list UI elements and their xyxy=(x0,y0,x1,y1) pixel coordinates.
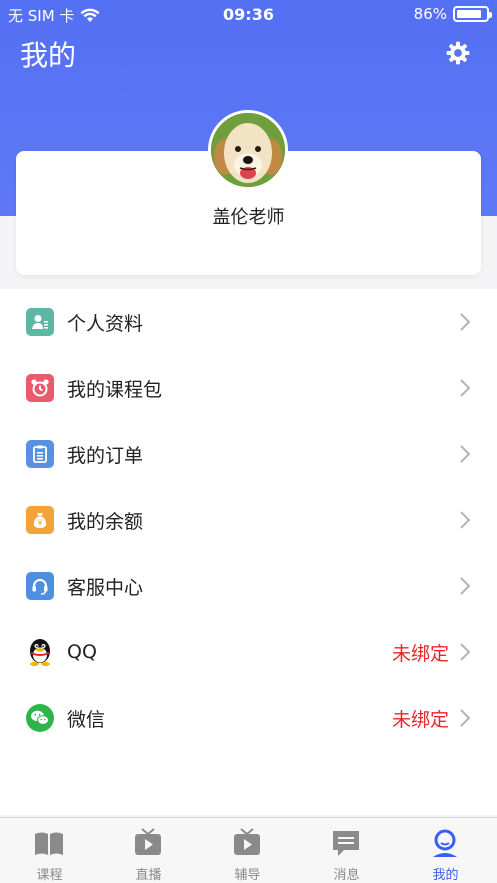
gear-icon[interactable] xyxy=(445,40,471,66)
menu-label: 我的订单 xyxy=(67,444,144,467)
chevron-right-icon xyxy=(460,511,471,529)
message-icon xyxy=(333,831,359,856)
avatar[interactable] xyxy=(208,110,288,190)
chevron-right-icon xyxy=(460,709,471,727)
battery-level xyxy=(457,10,481,18)
svg-text:¥: ¥ xyxy=(37,519,42,528)
dog-avatar-image xyxy=(211,113,285,187)
id-card-icon xyxy=(26,308,54,336)
profile-icon xyxy=(433,829,457,857)
menu-item-balance[interactable]: ¥ 我的余额 xyxy=(0,487,497,553)
status-bar: 无 SIM 卡 09:36 86% xyxy=(0,0,497,30)
chevron-right-icon xyxy=(460,313,471,331)
headset-icon xyxy=(26,572,54,600)
menu-item-profile[interactable]: 个人资料 xyxy=(0,289,497,355)
tab-courses[interactable]: 课程 xyxy=(0,818,99,883)
chevron-right-icon xyxy=(460,445,471,463)
wechat-icon xyxy=(26,704,54,732)
tab-label: 课程 xyxy=(36,868,63,883)
menu-label: 我的课程包 xyxy=(67,378,163,401)
chevron-right-icon xyxy=(460,577,471,595)
unbound-status: 未绑定 xyxy=(391,642,449,665)
alarm-clock-icon xyxy=(26,374,54,402)
unbound-status: 未绑定 xyxy=(391,708,449,731)
menu-label: 我的余额 xyxy=(67,510,144,533)
tab-label: 辅导 xyxy=(234,868,261,883)
money-bag-icon: ¥ xyxy=(26,506,54,534)
menu-label: 微信 xyxy=(67,708,106,731)
menu-item-wechat[interactable]: 微信 未绑定 xyxy=(0,685,497,751)
qq-penguin-icon xyxy=(26,638,54,666)
menu-label: 个人资料 xyxy=(67,312,144,335)
menu-item-qq[interactable]: QQ 未绑定 xyxy=(0,619,497,685)
tab-label: 消息 xyxy=(333,868,360,883)
tab-profile[interactable]: 我的 xyxy=(396,818,495,883)
tutoring-tv-icon xyxy=(234,828,260,855)
username: 盖伦老师 xyxy=(212,207,285,228)
tab-bar: 课程 直播 辅导 消息 我的 xyxy=(0,817,497,883)
tab-messages[interactable]: 消息 xyxy=(297,818,396,883)
tab-live[interactable]: 直播 xyxy=(99,818,198,883)
tab-tutoring[interactable]: 辅导 xyxy=(198,818,297,883)
page-title: 我的 xyxy=(20,39,77,72)
chevron-right-icon xyxy=(460,379,471,397)
battery-percent: 86% xyxy=(413,5,447,23)
menu-label: 客服中心 xyxy=(67,576,144,599)
book-icon xyxy=(35,832,63,855)
menu-item-customer-service[interactable]: 客服中心 xyxy=(0,553,497,619)
tab-label: 直播 xyxy=(135,868,162,883)
chevron-right-icon xyxy=(460,643,471,661)
battery-icon xyxy=(453,6,492,22)
menu-list: 个人资料 我的课程包 我的订单 ¥ 我的余额 客服中心 QQ 未绑定 微信 未绑… xyxy=(0,289,497,815)
tab-label: 我的 xyxy=(432,868,459,883)
menu-item-course-package[interactable]: 我的课程包 xyxy=(0,355,497,421)
menu-item-orders[interactable]: 我的订单 xyxy=(0,421,497,487)
clipboard-icon xyxy=(26,440,54,468)
menu-label: QQ xyxy=(67,641,97,663)
live-tv-icon xyxy=(135,828,161,855)
